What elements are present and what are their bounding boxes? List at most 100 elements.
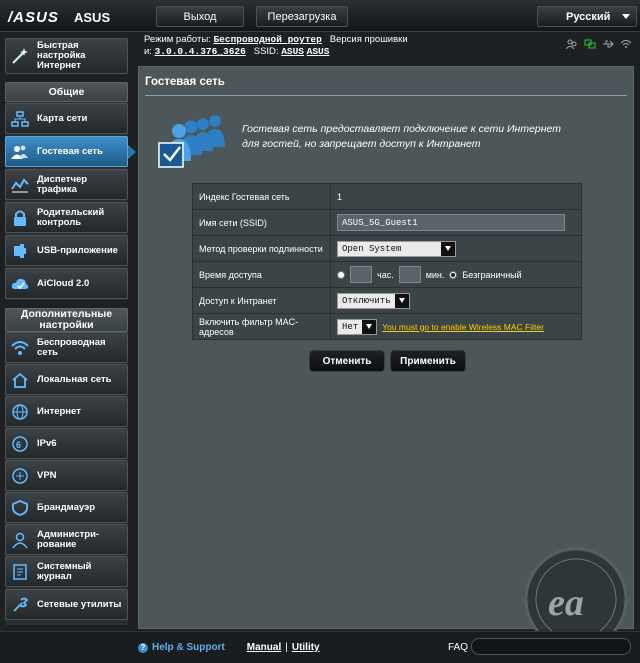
table-row: Метод проверки подлинности Open System xyxy=(192,235,582,262)
info-bar: Режим работы: Беспроводной роутер Версия… xyxy=(138,32,640,60)
intranet-access-select[interactable]: Отключить xyxy=(337,292,410,309)
faq-label: FAQ xyxy=(448,642,469,653)
guest-network-description: Гостевая сеть предоставляет подключение … xyxy=(242,123,562,150)
minutes-unit: мин. xyxy=(425,269,445,280)
sidebar: Быстрая настройка Интернет Общие Карта с… xyxy=(0,32,136,629)
sidebar-item-label: Интернет xyxy=(37,405,81,417)
sidebar-item-aicloud[interactable]: AiCloud 2.0 xyxy=(5,268,128,299)
limited-time-radio[interactable] xyxy=(337,270,345,279)
ssid-field-label: Имя сети (SSID) xyxy=(192,209,331,236)
sidebar-item-label: Сетевые утилиты xyxy=(37,598,122,610)
advanced-header: Дополнительные настройки xyxy=(5,308,128,332)
ipv6-icon: 6 xyxy=(10,435,30,453)
table-row: Доступ к Интранет Отключить xyxy=(192,287,582,314)
top-bar: /ASUS ASUS Выход Перезагрузка Русский xyxy=(0,0,640,32)
info-line-firmware: и: 3.0.0.4.376_3626 SSID: ASUS ASUS xyxy=(144,46,330,57)
usb-app-icon xyxy=(10,242,30,260)
access-time-label: Время доступа xyxy=(192,261,331,288)
sidebar-item-usb-app[interactable]: USB-приложение xyxy=(5,235,128,266)
logout-button[interactable]: Выход xyxy=(156,6,244,27)
firmware-value-link[interactable]: 3.0.0.4.376_3626 xyxy=(155,46,246,57)
guest-settings-table: Индекс Гостевая сеть 1 Имя сети (SSID) A… xyxy=(192,183,582,340)
sidebar-item-network-map[interactable]: Карта сети xyxy=(5,103,128,134)
footer-separator: | xyxy=(285,642,288,653)
sidebar-item-label: Родительский контроль xyxy=(37,206,105,228)
apply-button[interactable]: Применить xyxy=(390,350,466,372)
unlimited-radio[interactable] xyxy=(449,270,458,279)
wifi-status-icon[interactable] xyxy=(620,39,632,49)
help-support-label: Help & Support xyxy=(152,642,225,653)
sidebar-item-internet[interactable]: Интернет xyxy=(5,396,128,427)
sidebar-item-traffic-manager[interactable]: Диспетчер трафика xyxy=(5,169,128,200)
svg-text:6: 6 xyxy=(16,440,21,450)
mac-filter-value: Нет xyxy=(342,321,359,332)
sidebar-item-guest-network[interactable]: Гостевая сеть xyxy=(5,136,136,167)
sidebar-item-ipv6[interactable]: 6 IPv6 xyxy=(5,428,128,459)
mac-filter-label: Включить фильтр MAC-адресов xyxy=(192,313,331,340)
asus-logo: /ASUS xyxy=(8,9,59,26)
svg-text:ea: ea xyxy=(548,582,584,624)
manual-link[interactable]: Manual xyxy=(247,642,281,653)
sidebar-item-label: Быстрая настройка Интернет xyxy=(37,40,86,71)
sidebar-item-quick-setup[interactable]: Быстрая настройка Интернет xyxy=(5,38,128,74)
mode-value-link[interactable]: Беспроводной роутер xyxy=(213,34,321,45)
sidebar-item-lan[interactable]: Локальная сеть xyxy=(5,364,128,395)
auth-method-value: Open System xyxy=(342,243,402,254)
language-select[interactable]: Русский xyxy=(537,6,637,27)
intranet-access-value: Отключить xyxy=(342,295,391,306)
info-line-mode: Режим работы: Беспроводной роутер Версия… xyxy=(144,34,408,45)
index-label: Индекс Гостевая сеть xyxy=(192,183,331,210)
lan-home-icon xyxy=(10,371,30,389)
sidebar-item-vpn[interactable]: VPN xyxy=(5,460,128,491)
ssid-value-2[interactable]: ASUS xyxy=(307,46,330,57)
sidebar-item-syslog[interactable]: Системный журнал xyxy=(5,556,128,587)
network-map-icon xyxy=(10,110,30,128)
firmware-label: Версия прошивки xyxy=(329,34,408,45)
sidebar-item-label: Системный журнал xyxy=(37,560,92,582)
vpn-icon xyxy=(10,467,30,485)
utility-link[interactable]: Utility xyxy=(292,642,320,653)
mac-filter-link[interactable]: You must go to enable Wireless MAC Filte… xyxy=(382,322,544,332)
sidebar-item-wireless[interactable]: Беспроводная сеть xyxy=(5,332,128,363)
hours-unit: час. xyxy=(377,269,394,280)
mode-label: Режим работы: xyxy=(144,34,211,45)
mac-filter-select[interactable]: Нет xyxy=(337,318,378,335)
minutes-input[interactable] xyxy=(398,266,421,283)
cancel-button[interactable]: Отменить xyxy=(309,350,385,372)
ssid-label: SSID: xyxy=(253,46,279,57)
reboot-button[interactable]: Перезагрузка xyxy=(256,6,348,27)
lan-status-icon[interactable] xyxy=(584,39,596,49)
help-support: ? Help & Support Manual | Utility xyxy=(138,642,320,653)
aicloud-icon xyxy=(10,275,30,293)
sidebar-item-parental-control[interactable]: Родительский контроль xyxy=(5,202,128,233)
sidebar-item-label: Беспроводная сеть xyxy=(37,336,106,358)
sidebar-item-label: IPv6 xyxy=(37,437,57,449)
ssid-input[interactable]: ASUS_5G_Guest1 xyxy=(337,214,565,231)
usb-status-icon[interactable] xyxy=(602,39,614,49)
parental-control-icon xyxy=(10,209,30,227)
table-row: Имя сети (SSID) ASUS_5G_Guest1 xyxy=(192,209,582,236)
page-title: Гостевая сеть xyxy=(145,76,225,88)
access-time-controls: час. мин. Безграничный xyxy=(337,266,581,283)
sidebar-item-label: AiCloud 2.0 xyxy=(37,277,90,289)
index-value: 1 xyxy=(330,183,582,210)
faq-search-input[interactable] xyxy=(471,638,631,655)
auth-method-select[interactable]: Open System xyxy=(337,240,456,257)
auth-method-label: Метод проверки подлинности xyxy=(192,235,331,262)
sidebar-item-administration[interactable]: Администри-рование xyxy=(5,524,128,555)
chevron-down-icon xyxy=(394,293,409,308)
ssid-value-1[interactable]: ASUS xyxy=(281,46,304,57)
hours-input[interactable] xyxy=(350,266,372,283)
table-row: Включить фильтр MAC-адресов Нет You must… xyxy=(192,313,582,340)
general-header: Общие xyxy=(5,82,128,102)
clients-icon[interactable] xyxy=(565,39,578,50)
status-icons xyxy=(565,39,632,50)
sidebar-item-firewall[interactable]: Брандмауэр xyxy=(5,492,128,523)
chevron-down-icon xyxy=(441,241,455,256)
sidebar-item-label: Локальная сеть xyxy=(37,373,112,385)
sidebar-item-label: USB-приложение xyxy=(37,244,118,256)
sidebar-item-label: Брандмауэр xyxy=(37,501,96,513)
sidebar-item-network-tools[interactable]: Сетевые утилиты xyxy=(5,589,128,620)
sidebar-item-label: Гостевая сеть xyxy=(37,145,103,157)
title-divider xyxy=(145,95,627,96)
